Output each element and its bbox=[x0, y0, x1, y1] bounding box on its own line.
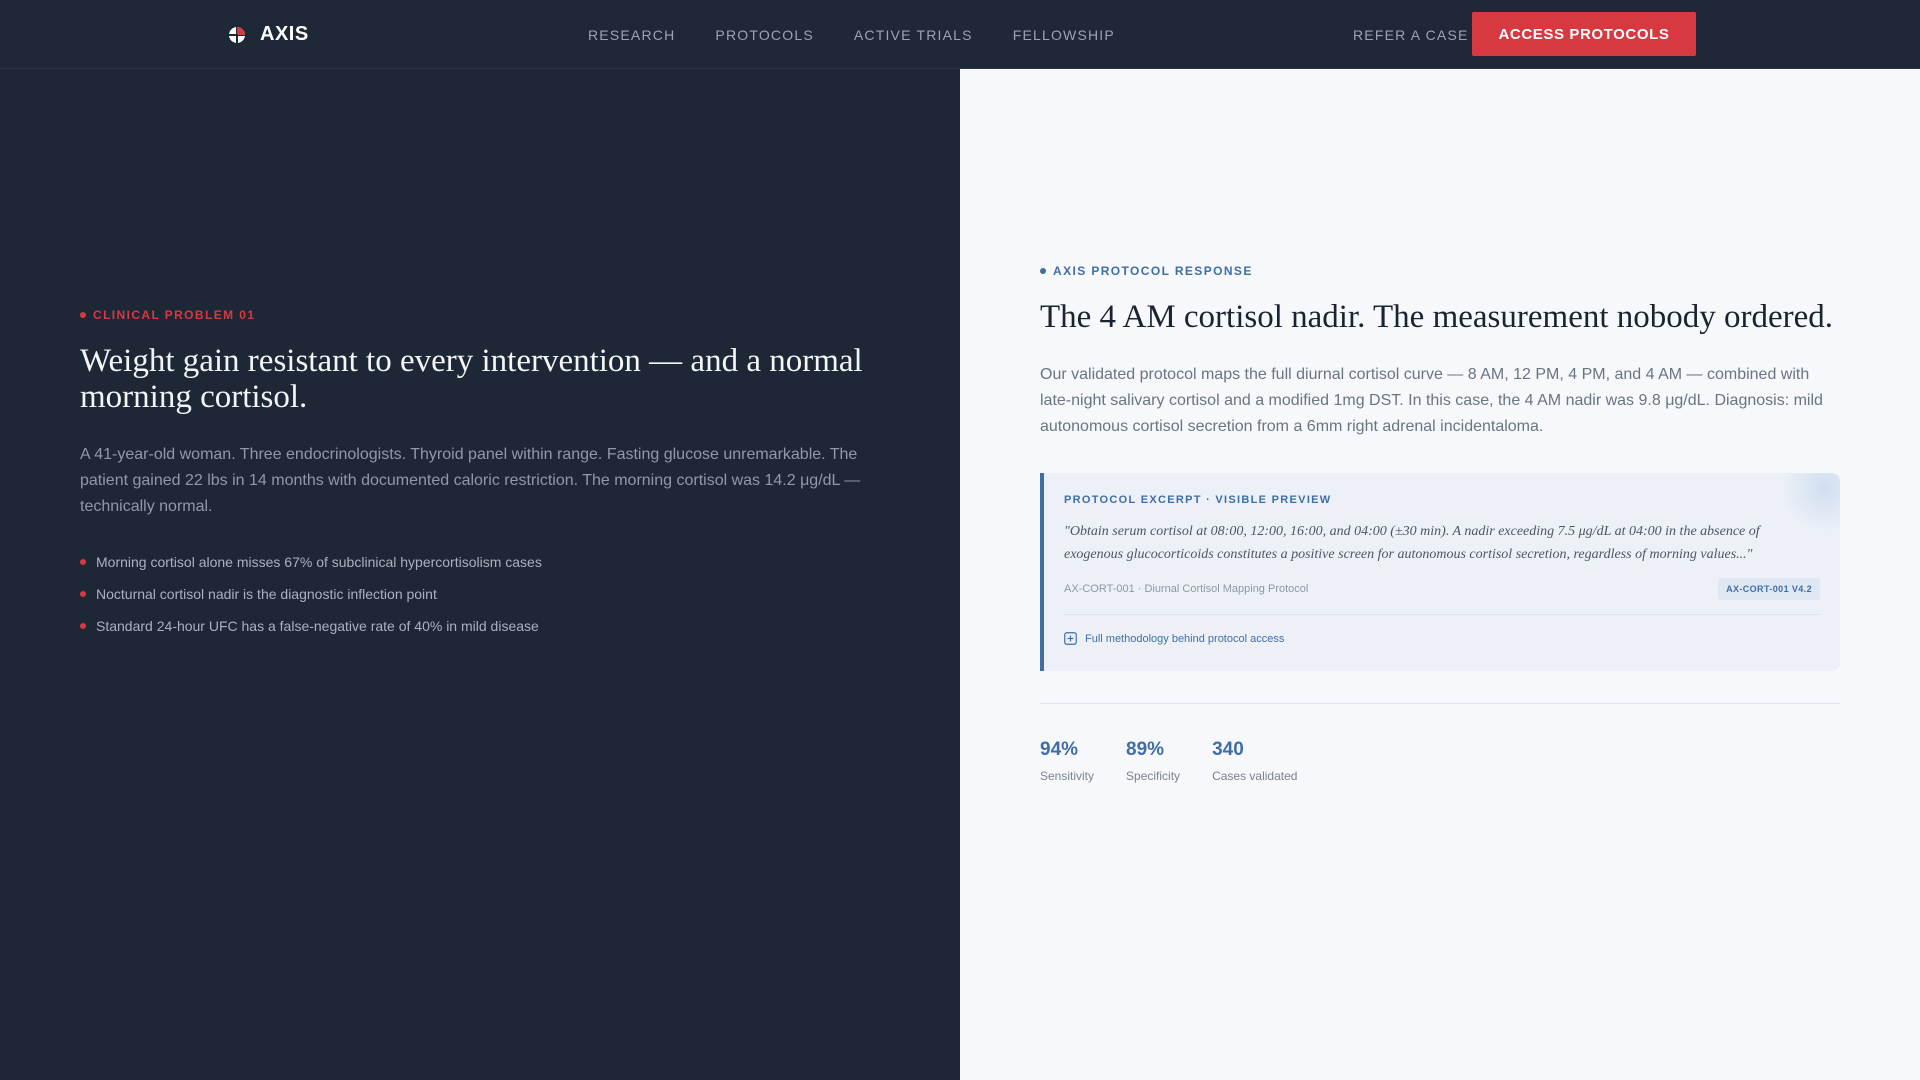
main-nav: RESEARCH PROTOCOLS ACTIVE TRIALS FELLOWS… bbox=[588, 0, 1115, 69]
response-eyebrow: AXIS PROTOCOL RESPONSE bbox=[1040, 264, 1840, 278]
list-item: Standard 24-hour UFC has a false-negativ… bbox=[80, 617, 900, 635]
bullet-dot bbox=[80, 559, 86, 565]
stat-sensitivity: 94% Sensitivity bbox=[1040, 739, 1094, 783]
excerpt-divider bbox=[1064, 614, 1820, 615]
axis-logo-icon bbox=[229, 26, 245, 43]
response-title: The 4 AM cortisol nadir. The measurement… bbox=[1040, 299, 1834, 335]
protocol-version-badge: AX-CORT-001 V4.2 bbox=[1718, 578, 1820, 600]
problem-description: A 41-year-old woman. Three endocrinologi… bbox=[80, 446, 861, 515]
full-methodology-link[interactable]: Full methodology behind protocol access bbox=[1064, 632, 1820, 645]
stat-label: Sensitivity bbox=[1040, 769, 1095, 783]
stat-label: Specificity bbox=[1126, 769, 1181, 783]
nav-item-fellowship[interactable]: FELLOWSHIP bbox=[1013, 27, 1115, 43]
nav-item-active-trials[interactable]: ACTIVE TRIALS bbox=[854, 27, 973, 43]
nav-item-research[interactable]: RESEARCH bbox=[588, 27, 675, 43]
eyebrow-dot bbox=[80, 312, 86, 318]
bullet-dot bbox=[80, 623, 86, 629]
stat-value: 94% bbox=[1040, 739, 1079, 760]
bullet-text: Morning cortisol alone misses 67% of sub… bbox=[96, 554, 542, 570]
protocol-excerpt-card: PROTOCOL EXCERPT · VISIBLE PREVIEW "Obta… bbox=[1040, 473, 1840, 671]
list-item: Nocturnal cortisol nadir is the diagnost… bbox=[80, 585, 900, 603]
clinical-problem-content: CLINICAL PROBLEM 01 Weight gain resistan… bbox=[80, 308, 900, 649]
problem-eyebrow: CLINICAL PROBLEM 01 bbox=[80, 308, 900, 322]
brand-name: AXIS bbox=[260, 23, 309, 45]
stat-label: Cases validated bbox=[1212, 769, 1298, 783]
stat-value: 340 bbox=[1212, 739, 1244, 760]
access-protocols-button[interactable]: ACCESS PROTOCOLS bbox=[1472, 12, 1696, 56]
stats-row: 94% Sensitivity 89% Specificity 340 Case… bbox=[1040, 739, 1840, 783]
brand-logo[interactable]: AXIS bbox=[228, 0, 309, 69]
response-eyebrow-text: AXIS PROTOCOL RESPONSE bbox=[1053, 264, 1253, 278]
bullet-text: Standard 24-hour UFC has a false-negativ… bbox=[96, 618, 539, 634]
protocol-response-content: AXIS PROTOCOL RESPONSE The 4 AM cortisol… bbox=[1040, 264, 1840, 783]
problem-title: Weight gain resistant to every intervent… bbox=[80, 343, 863, 415]
problem-bullet-list: Morning cortisol alone misses 67% of sub… bbox=[80, 553, 900, 635]
top-navigation-bar: AXIS RESEARCH PROTOCOLS ACTIVE TRIALS FE… bbox=[0, 0, 1920, 69]
excerpt-label: PROTOCOL EXCERPT · VISIBLE PREVIEW bbox=[1064, 494, 1332, 506]
list-item: Morning cortisol alone misses 67% of sub… bbox=[80, 553, 900, 571]
stats-divider bbox=[1040, 703, 1840, 704]
bullet-dot bbox=[80, 591, 86, 597]
stat-specificity: 89% Specificity bbox=[1126, 739, 1180, 783]
excerpt-quote: "Obtain serum cortisol at 08:00, 12:00, … bbox=[1064, 524, 1760, 562]
eyebrow-dot bbox=[1040, 268, 1046, 274]
plus-square-icon bbox=[1064, 632, 1077, 645]
full-methodology-link-text: Full methodology behind protocol access bbox=[1085, 632, 1285, 645]
protocol-reference: AX-CORT-001 · Diurnal Cortisol Mapping P… bbox=[1064, 583, 1309, 595]
stat-value: 89% bbox=[1126, 739, 1165, 760]
stat-cases-validated: 340 Cases validated bbox=[1212, 739, 1297, 783]
bullet-text: Nocturnal cortisol nadir is the diagnost… bbox=[96, 586, 437, 602]
excerpt-meta-row: AX-CORT-001 · Diurnal Cortisol Mapping P… bbox=[1064, 578, 1820, 600]
nav-item-protocols[interactable]: PROTOCOLS bbox=[715, 27, 813, 43]
response-description: Our validated protocol maps the full diu… bbox=[1040, 366, 1823, 435]
problem-eyebrow-text: CLINICAL PROBLEM 01 bbox=[93, 308, 256, 322]
refer-a-case-link[interactable]: REFER A CASE bbox=[1353, 0, 1469, 69]
